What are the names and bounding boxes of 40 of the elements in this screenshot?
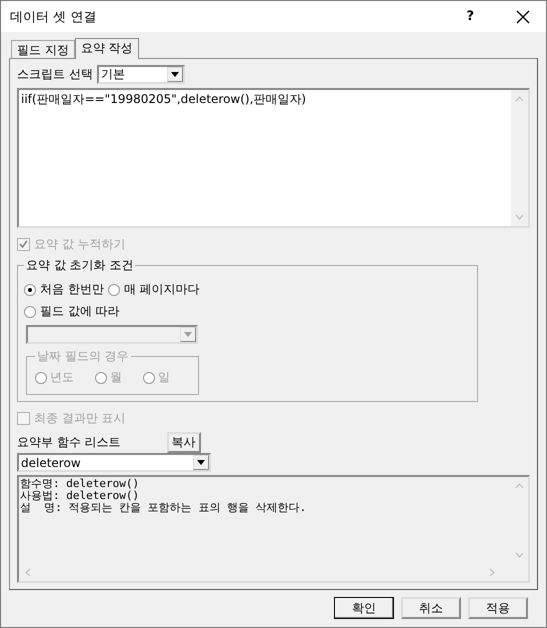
description-line: 함수명: deleterow() <box>20 478 140 490</box>
radio-button[interactable] <box>108 284 120 296</box>
chevron-right-icon[interactable] <box>489 568 495 577</box>
radio-label: 매 페이지마다 <box>124 281 200 298</box>
radio-label: 년도 <box>50 369 74 386</box>
radio-label: 월 <box>110 369 122 386</box>
radio-button[interactable] <box>24 306 36 318</box>
script-editor[interactable]: iif(판매일자=="19980205",deleterow(),판매일자) <box>17 88 530 228</box>
radio-label: 처음 한번만 <box>40 281 104 298</box>
radio-button[interactable] <box>24 284 36 296</box>
checkbox-label: 최종 결과만 표시 <box>34 410 126 427</box>
chevron-down-icon[interactable] <box>515 214 524 220</box>
script-dropdown[interactable]: 기본 <box>96 65 185 84</box>
function-dropdown[interactable]: deleterow <box>17 453 211 472</box>
vertical-scrollbar[interactable] <box>511 90 528 226</box>
radio-label: 필드 값에 따라 <box>40 303 120 320</box>
chevron-up-icon[interactable] <box>515 96 524 102</box>
chevron-down-icon[interactable] <box>515 552 524 558</box>
help-button[interactable]: ? <box>466 9 474 24</box>
chevron-left-icon[interactable] <box>25 568 31 577</box>
dialog-button[interactable]: 취소 <box>401 597 461 619</box>
group-title: 요약 값 초기화 조건 <box>25 257 134 274</box>
close-icon[interactable] <box>516 10 530 24</box>
dropdown-arrow-icon <box>184 332 192 337</box>
checkbox-label: 요약 값 누적하기 <box>34 236 126 253</box>
tab[interactable]: 요약 작성 <box>74 38 139 59</box>
group-title: 날짜 필드의 경우 <box>36 348 130 365</box>
description-line: 설 명: 적용되는 칸을 포함하는 표의 행을 삭제한다. <box>20 502 308 514</box>
dialog-button[interactable]: 확인 <box>334 597 394 619</box>
copy-button[interactable]: 복사 <box>166 432 201 453</box>
window-title: 데이터 셋 연결 <box>10 8 98 26</box>
radio-label: 일 <box>158 369 170 386</box>
description-line: 사용법: deleterow() <box>20 490 140 502</box>
dialog-button[interactable]: 적용 <box>468 597 528 619</box>
chevron-up-icon[interactable] <box>515 483 524 489</box>
script-select-label: 스크립트 선택 <box>17 66 93 83</box>
function-list-label: 요약부 함수 리스트 <box>17 434 121 451</box>
tab[interactable]: 필드 지정 <box>11 40 75 58</box>
dropdown-arrow-icon <box>197 460 205 465</box>
dropdown-arrow-icon <box>170 72 179 77</box>
